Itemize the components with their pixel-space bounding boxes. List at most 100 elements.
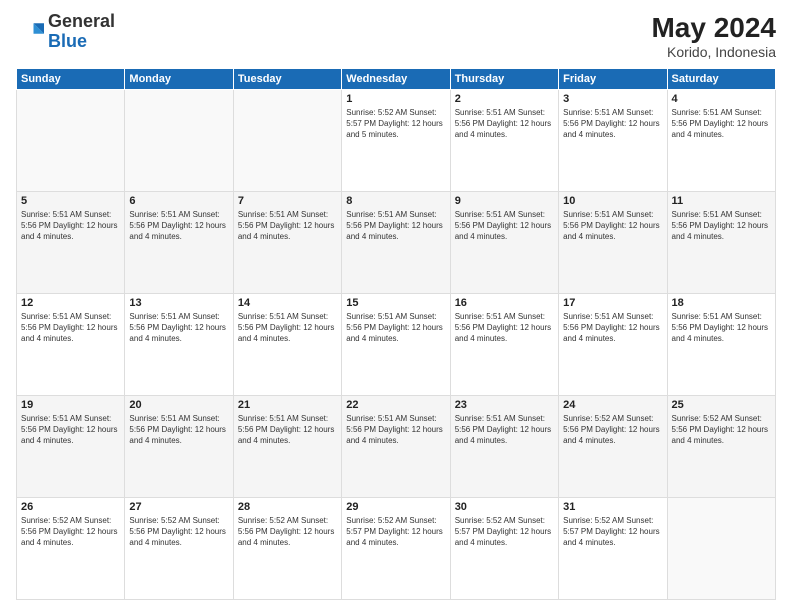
day-number: 27 [129, 501, 228, 513]
day-info: Sunrise: 5:51 AM Sunset: 5:56 PM Dayligh… [238, 209, 337, 243]
calendar-table: Sunday Monday Tuesday Wednesday Thursday… [16, 68, 776, 600]
col-monday: Monday [125, 69, 233, 90]
table-row: 5Sunrise: 5:51 AM Sunset: 5:56 PM Daylig… [17, 192, 125, 294]
day-number: 12 [21, 297, 120, 309]
calendar-header: Sunday Monday Tuesday Wednesday Thursday… [17, 69, 776, 90]
day-info: Sunrise: 5:51 AM Sunset: 5:56 PM Dayligh… [129, 413, 228, 447]
month-year: May 2024 [651, 12, 776, 44]
day-number: 13 [129, 297, 228, 309]
table-row: 15 Sunrise: 5:51 AM Sunset: 5:56 PM Dayli… [342, 294, 450, 396]
day-info: Sunrise: 5:52 AM Sunset: 5:56 PM Dayligh… [21, 515, 120, 549]
day-info: Sunrise: 5:51 AM Sunset: 5:56 PM Dayligh… [672, 107, 771, 141]
day-number: 21 [238, 399, 337, 411]
day-info: Sunrise: 5:52 AM Sunset: 5:56 PM Dayligh… [129, 515, 228, 549]
day-info: Sunrise: 5:52 AM Sunset: 5:56 PM Dayligh… [563, 413, 662, 447]
col-thursday: Thursday [450, 69, 558, 90]
day-info: Sunrise: 5:51 AM Sunset: 5:56 PM Dayligh… [672, 311, 771, 345]
day-number: 11 [672, 195, 771, 207]
table-row: 16 Sunrise: 5:51 AM Sunset: 5:56 PM Dayli… [450, 294, 558, 396]
day-number: 15 [346, 297, 445, 309]
table-row: 9 Sunrise: 5:51 AM Sunset: 5:56 PM Daylig… [450, 192, 558, 294]
col-saturday: Saturday [667, 69, 775, 90]
day-info: Sunrise: 5:51 AM Sunset: 5:56 PM Dayligh… [238, 413, 337, 447]
day-number: 20 [129, 399, 228, 411]
logo-icon [16, 18, 44, 46]
table-row: 18 Sunrise: 5:51 AM Sunset: 5:56 PM Dayli… [667, 294, 775, 396]
weekday-row: Sunday Monday Tuesday Wednesday Thursday… [17, 69, 776, 90]
table-row: 4 Sunrise: 5:51 AM Sunset: 5:56 PM Daylig… [667, 90, 775, 192]
day-number: 14 [238, 297, 337, 309]
day-info: Sunrise: 5:51 AM Sunset: 5:56 PM Dayligh… [455, 311, 554, 345]
page: General Blue May 2024 Korido, Indonesia … [0, 0, 792, 612]
day-info: Sunrise: 5:51 AM Sunset: 5:56 PM Dayligh… [21, 311, 120, 345]
logo-text: General Blue [48, 12, 115, 52]
day-number: 23 [455, 399, 554, 411]
day-info: Sunrise: 5:52 AM Sunset: 5:57 PM Dayligh… [346, 515, 445, 549]
table-row: 29 Sunrise: 5:52 AM Sunset: 5:57 PM Dayli… [342, 498, 450, 600]
col-wednesday: Wednesday [342, 69, 450, 90]
day-number: 6 [129, 195, 228, 207]
day-info: Sunrise: 5:51 AM Sunset: 5:56 PM Dayligh… [672, 209, 771, 243]
col-sunday: Sunday [17, 69, 125, 90]
table-row: 20 Sunrise: 5:51 AM Sunset: 5:56 PM Dayli… [125, 396, 233, 498]
table-row: 30 Sunrise: 5:52 AM Sunset: 5:57 PM Dayli… [450, 498, 558, 600]
logo-blue: Blue [48, 31, 87, 51]
day-info: Sunrise: 5:51 AM Sunset: 5:56 PM Dayligh… [455, 107, 554, 141]
day-number: 4 [672, 93, 771, 105]
day-number: 24 [563, 399, 662, 411]
day-number: 30 [455, 501, 554, 513]
table-row: 8Sunrise: 5:51 AM Sunset: 5:56 PM Daylig… [342, 192, 450, 294]
table-row: 1 Sunrise: 5:52 AM Sunset: 5:57 PM Daylig… [342, 90, 450, 192]
logo: General Blue [16, 12, 115, 52]
day-info: Sunrise: 5:51 AM Sunset: 5:56 PM Dayligh… [129, 209, 228, 243]
table-row: 19 Sunrise: 5:51 AM Sunset: 5:56 PM Dayli… [17, 396, 125, 498]
table-row: 12 Sunrise: 5:51 AM Sunset: 5:56 PM Dayli… [17, 294, 125, 396]
table-row: 24 Sunrise: 5:52 AM Sunset: 5:56 PM Dayli… [559, 396, 667, 498]
day-number: 18 [672, 297, 771, 309]
day-info: Sunrise: 5:51 AM Sunset: 5:56 PM Dayligh… [346, 413, 445, 447]
table-row [667, 498, 775, 600]
day-number: 29 [346, 501, 445, 513]
day-info: Sunrise: 5:51 AM Sunset: 5:56 PM Dayligh… [455, 413, 554, 447]
day-number: 3 [563, 93, 662, 105]
col-tuesday: Tuesday [233, 69, 341, 90]
table-row: 25 Sunrise: 5:52 AM Sunset: 5:56 PM Dayli… [667, 396, 775, 498]
day-number: 17 [563, 297, 662, 309]
table-row: 21 Sunrise: 5:51 AM Sunset: 5:56 PM Dayli… [233, 396, 341, 498]
table-row: 10 Sunrise: 5:51 AM Sunset: 5:56 PM Dayli… [559, 192, 667, 294]
day-number: 19 [21, 399, 120, 411]
day-number: 16 [455, 297, 554, 309]
day-info: Sunrise: 5:51 AM Sunset: 5:56 PM Dayligh… [129, 311, 228, 345]
table-row [17, 90, 125, 192]
day-number: 10 [563, 195, 662, 207]
day-info: Sunrise: 5:51 AM Sunset: 5:56 PM Dayligh… [346, 209, 445, 243]
table-row: 14 Sunrise: 5:51 AM Sunset: 5:56 PM Dayli… [233, 294, 341, 396]
day-number: 9 [455, 195, 554, 207]
title-block: May 2024 Korido, Indonesia [651, 12, 776, 60]
day-info: Sunrise: 5:51 AM Sunset: 5:56 PM Dayligh… [21, 413, 120, 447]
day-info: Sunrise: 5:52 AM Sunset: 5:56 PM Dayligh… [238, 515, 337, 549]
table-row: 28Sunrise: 5:52 AM Sunset: 5:56 PM Dayli… [233, 498, 341, 600]
day-number: 7 [238, 195, 337, 207]
table-row: 3Sunrise: 5:51 AM Sunset: 5:56 PM Daylig… [559, 90, 667, 192]
col-friday: Friday [559, 69, 667, 90]
table-row [125, 90, 233, 192]
day-number: 25 [672, 399, 771, 411]
day-info: Sunrise: 5:52 AM Sunset: 5:56 PM Dayligh… [672, 413, 771, 447]
day-info: Sunrise: 5:51 AM Sunset: 5:56 PM Dayligh… [346, 311, 445, 345]
table-row: 6 Sunrise: 5:51 AM Sunset: 5:56 PM Daylig… [125, 192, 233, 294]
day-info: Sunrise: 5:51 AM Sunset: 5:56 PM Dayligh… [563, 209, 662, 243]
day-number: 31 [563, 501, 662, 513]
table-row: 22 Sunrise: 5:51 AM Sunset: 5:56 PM Dayli… [342, 396, 450, 498]
table-row: 7 Sunrise: 5:51 AM Sunset: 5:56 PM Daylig… [233, 192, 341, 294]
table-row: 13 Sunrise: 5:51 AM Sunset: 5:56 PM Dayli… [125, 294, 233, 396]
logo-general: General [48, 11, 115, 31]
day-info: Sunrise: 5:51 AM Sunset: 5:56 PM Dayligh… [455, 209, 554, 243]
day-info: Sunrise: 5:52 AM Sunset: 5:57 PM Dayligh… [346, 107, 445, 141]
day-number: 22 [346, 399, 445, 411]
day-number: 1 [346, 93, 445, 105]
location: Korido, Indonesia [651, 44, 776, 60]
day-info: Sunrise: 5:51 AM Sunset: 5:56 PM Dayligh… [238, 311, 337, 345]
header: General Blue May 2024 Korido, Indonesia [16, 12, 776, 60]
day-info: Sunrise: 5:52 AM Sunset: 5:57 PM Dayligh… [455, 515, 554, 549]
